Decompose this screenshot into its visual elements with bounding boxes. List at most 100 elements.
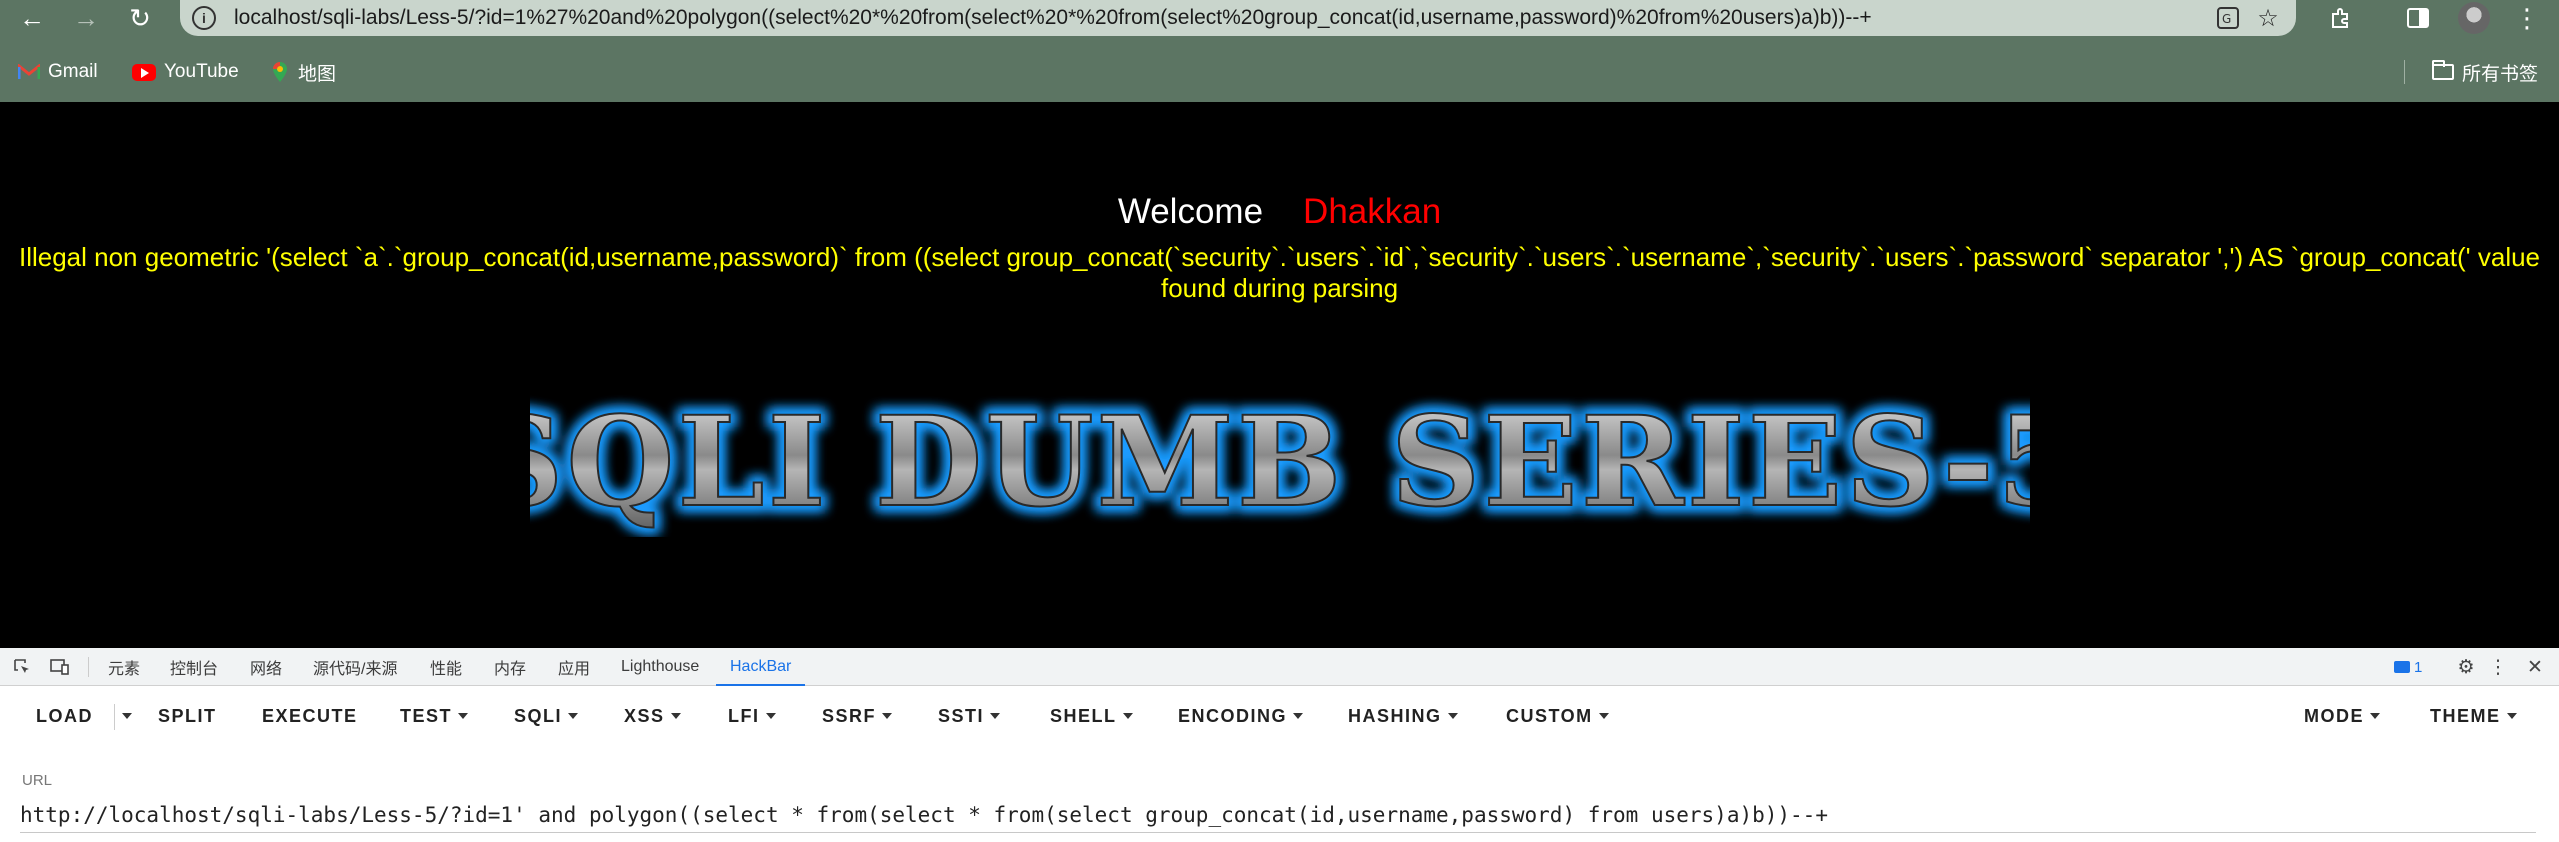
chevron-down-icon — [122, 713, 132, 719]
lfi-label: LFI — [728, 705, 760, 726]
chevron-down-icon — [765, 713, 776, 719]
arrow-left-icon: ← — [19, 2, 45, 33]
address-bar-url[interactable]: localhost/sqli-labs/Less-5/?id=1%27%20an… — [234, 6, 2208, 30]
forward-button[interactable]: → — [64, 0, 108, 36]
devtools-menu-icon[interactable]: ⋮ — [2486, 648, 2510, 686]
split-button[interactable]: SPLIT — [158, 686, 217, 746]
encoding-label: ENCODING — [1178, 705, 1288, 726]
folder-icon — [2432, 60, 2454, 80]
browser-menu-icon[interactable]: ⋮ — [2512, 0, 2542, 36]
hackbar-toolbar: LOAD SPLIT EXECUTE TEST SQLI XSS LFI SSR… — [0, 686, 2559, 746]
encoding-menu[interactable]: ENCODING — [1178, 686, 1304, 746]
welcome-line: Welcome Dhakkan — [0, 192, 2559, 232]
all-bookmarks-button[interactable]: 所有书签 — [2432, 56, 2538, 88]
bookmarks-bar: Gmail YouTube 地图 所有书签 — [0, 56, 2559, 88]
ssti-label: SSTI — [938, 705, 985, 726]
tabbar-divider — [88, 657, 89, 677]
site-info-icon[interactable]: i — [192, 6, 216, 30]
sqli-menu[interactable]: SQLI — [514, 686, 579, 746]
tab-application[interactable]: 应用 — [558, 648, 590, 686]
mode-menu[interactable]: MODE — [2304, 686, 2380, 746]
welcome-text: Welcome — [1117, 192, 1264, 231]
back-button[interactable]: ← — [10, 0, 54, 36]
hashing-label: HASHING — [1348, 705, 1442, 726]
extensions-icon[interactable] — [2320, 0, 2360, 36]
custom-label: CUSTOM — [1506, 705, 1593, 726]
reload-button[interactable]: ↻ — [118, 0, 162, 36]
tab-elements[interactable]: 元素 — [108, 648, 140, 686]
address-bar[interactable]: i localhost/sqli-labs/Less-5/?id=1%27%20… — [180, 0, 2296, 36]
chevron-down-icon — [1293, 713, 1304, 719]
tab-lighthouse[interactable]: Lighthouse — [621, 648, 699, 686]
device-toolbar-icon[interactable] — [46, 648, 74, 686]
chevron-down-icon — [1598, 713, 1609, 719]
chevron-down-icon — [1122, 713, 1133, 719]
ssrf-menu[interactable]: SSRF — [822, 686, 893, 746]
theme-menu[interactable]: THEME — [2430, 686, 2517, 746]
mode-label: MODE — [2304, 705, 2364, 726]
chevron-down-icon — [1447, 713, 1458, 719]
side-panel-icon[interactable] — [2398, 0, 2438, 36]
banner-text: SQLI DUMB SERIES-5 — [530, 390, 2030, 535]
xss-menu[interactable]: XSS — [624, 686, 681, 746]
chevron-down-icon — [2506, 713, 2517, 719]
xss-label: XSS — [624, 705, 665, 726]
youtube-icon — [132, 63, 156, 81]
tab-network[interactable]: 网络 — [250, 648, 282, 686]
execute-button[interactable]: EXECUTE — [262, 686, 358, 746]
ssti-menu[interactable]: SSTI — [938, 686, 1001, 746]
bookmark-star-icon[interactable]: ☆ — [2248, 0, 2288, 36]
message-icon — [2394, 661, 2410, 673]
maps-icon — [270, 61, 290, 83]
url-field-label: URL — [22, 772, 53, 789]
devtools-tabbar: 元素 控制台 网络 源代码/来源 性能 内存 应用 Lighthouse Hac… — [0, 648, 2559, 686]
lfi-menu[interactable]: LFI — [728, 686, 776, 746]
chevron-down-icon — [2370, 713, 2380, 719]
tab-console[interactable]: 控制台 — [170, 648, 218, 686]
shell-menu[interactable]: SHELL — [1050, 686, 1133, 746]
custom-menu[interactable]: CUSTOM — [1506, 686, 1609, 746]
bookmark-label: YouTube — [164, 61, 239, 82]
load-divider — [114, 704, 115, 730]
tab-memory[interactable]: 内存 — [494, 648, 526, 686]
sqli-series-banner: SQLI DUMB SERIES-5 SQLI DUMB SERIES-5 — [530, 387, 2030, 537]
tab-sources[interactable]: 源代码/来源 — [313, 648, 397, 686]
chevron-down-icon — [670, 713, 681, 719]
close-devtools-icon[interactable]: ✕ — [2522, 648, 2548, 686]
arrow-right-icon: → — [73, 2, 99, 33]
test-label: TEST — [400, 705, 453, 726]
inspect-element-icon[interactable] — [8, 648, 36, 686]
browser-chrome: ← → ↻ i localhost/sqli-labs/Less-5/?id=1… — [0, 0, 2559, 102]
bookmark-label: Gmail — [48, 61, 98, 82]
tab-hackbar[interactable]: HackBar — [716, 648, 806, 686]
bookmark-maps[interactable]: 地图 — [270, 56, 336, 88]
tab-performance[interactable]: 性能 — [430, 648, 462, 686]
bookmarks-divider — [2404, 60, 2405, 84]
chevron-down-icon — [990, 713, 1001, 719]
issues-count: 1 — [2414, 658, 2423, 676]
devtools-settings-icon[interactable]: ⚙ — [2452, 648, 2480, 686]
test-menu[interactable]: TEST — [400, 686, 469, 746]
gmail-icon — [18, 64, 40, 80]
hackbar-url-input[interactable] — [20, 798, 2536, 833]
shell-label: SHELL — [1050, 705, 1117, 726]
devtools-panel: 元素 控制台 网络 源代码/来源 性能 内存 应用 Lighthouse Hac… — [0, 648, 2559, 842]
load-options-button[interactable] — [116, 686, 132, 746]
svg-text:G: G — [2222, 12, 2231, 26]
profile-avatar[interactable] — [2458, 2, 2490, 34]
chevron-down-icon — [882, 713, 893, 719]
page-content: Welcome Dhakkan Illegal non geometric '(s… — [0, 102, 2559, 648]
bookmark-youtube[interactable]: YouTube — [132, 56, 239, 88]
translate-icon[interactable]: G — [2208, 0, 2248, 36]
chevron-down-icon — [568, 713, 579, 719]
hashing-menu[interactable]: HASHING — [1348, 686, 1458, 746]
chevron-down-icon — [458, 713, 469, 719]
bookmark-gmail[interactable]: Gmail — [18, 56, 98, 88]
load-button[interactable]: LOAD — [36, 686, 93, 746]
user-name: Dhakkan — [1303, 192, 1442, 231]
issues-badge[interactable]: 1 — [2394, 657, 2422, 677]
reload-icon: ↻ — [129, 2, 151, 33]
sqli-label: SQLI — [514, 705, 563, 726]
all-bookmarks-label: 所有书签 — [2462, 63, 2539, 85]
sql-error-message: Illegal non geometric '(select `a`.`grou… — [18, 242, 2541, 303]
